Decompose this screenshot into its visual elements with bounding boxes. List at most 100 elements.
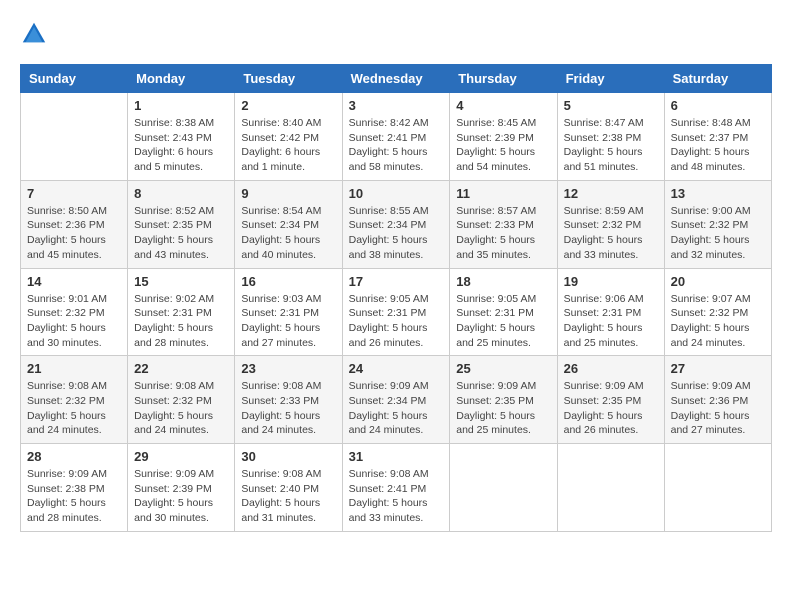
calendar-cell: 24 Sunrise: 9:09 AM Sunset: 2:34 PM Dayli… (342, 356, 450, 444)
calendar-body: 1Sunrise: 8:38 AM Sunset: 2:43 PM Daylig… (21, 93, 772, 532)
day-info: Sunrise: 8:54 AM Sunset: 2:34 PM Dayligh… (241, 204, 335, 263)
day-info: Sunrise: 9:09 AM Sunset: 2:38 PM Dayligh… (27, 467, 121, 526)
day-info: Sunrise: 8:45 AM Sunset: 2:39 PM Dayligh… (456, 116, 550, 175)
calendar-cell: 15 Sunrise: 9:02 AM Sunset: 2:31 PM Dayli… (128, 268, 235, 356)
day-info: Sunrise: 9:06 AM Sunset: 2:31 PM Dayligh… (564, 292, 658, 351)
calendar-cell: 20 Sunrise: 9:07 AM Sunset: 2:32 PM Dayli… (664, 268, 771, 356)
page-header (20, 20, 772, 48)
day-number: 27 (671, 361, 765, 376)
day-info: Sunrise: 9:08 AM Sunset: 2:33 PM Dayligh… (241, 379, 335, 438)
day-number: 11 (456, 186, 550, 201)
calendar-cell: 26 Sunrise: 9:09 AM Sunset: 2:35 PM Dayli… (557, 356, 664, 444)
calendar-cell (450, 444, 557, 532)
day-number: 16 (241, 274, 335, 289)
day-info: Sunrise: 8:47 AM Sunset: 2:38 PM Dayligh… (564, 116, 658, 175)
day-number: 26 (564, 361, 658, 376)
day-number: 28 (27, 449, 121, 464)
day-info: Sunrise: 8:40 AM Sunset: 2:42 PM Dayligh… (241, 116, 335, 175)
weekday-header-thursday: Thursday (450, 65, 557, 93)
day-info: Sunrise: 8:42 AM Sunset: 2:41 PM Dayligh… (349, 116, 444, 175)
day-info: Sunrise: 9:09 AM Sunset: 2:35 PM Dayligh… (456, 379, 550, 438)
calendar-cell: 28 Sunrise: 9:09 AM Sunset: 2:38 PM Dayli… (21, 444, 128, 532)
day-info: Sunrise: 9:09 AM Sunset: 2:36 PM Dayligh… (671, 379, 765, 438)
calendar-cell: 16 Sunrise: 9:03 AM Sunset: 2:31 PM Dayli… (235, 268, 342, 356)
day-number: 25 (456, 361, 550, 376)
day-number: 23 (241, 361, 335, 376)
calendar-table: SundayMondayTuesdayWednesdayThursdayFrid… (20, 64, 772, 532)
day-number: 9 (241, 186, 335, 201)
weekday-header-saturday: Saturday (664, 65, 771, 93)
day-number: 14 (27, 274, 121, 289)
calendar-cell (21, 93, 128, 181)
calendar-cell: 5 Sunrise: 8:47 AM Sunset: 2:38 PM Daylig… (557, 93, 664, 181)
calendar-cell: 8Sunrise: 8:52 AM Sunset: 2:35 PM Daylig… (128, 180, 235, 268)
calendar-cell: 21Sunrise: 9:08 AM Sunset: 2:32 PM Dayli… (21, 356, 128, 444)
calendar-header-row: SundayMondayTuesdayWednesdayThursdayFrid… (21, 65, 772, 93)
day-number: 5 (564, 98, 658, 113)
calendar-cell: 23 Sunrise: 9:08 AM Sunset: 2:33 PM Dayli… (235, 356, 342, 444)
weekday-header-friday: Friday (557, 65, 664, 93)
day-info: Sunrise: 9:08 AM Sunset: 2:41 PM Dayligh… (349, 467, 444, 526)
calendar-cell: 29 Sunrise: 9:09 AM Sunset: 2:39 PM Dayli… (128, 444, 235, 532)
day-number: 17 (349, 274, 444, 289)
calendar-cell: 7Sunrise: 8:50 AM Sunset: 2:36 PM Daylig… (21, 180, 128, 268)
calendar-cell: 10Sunrise: 8:55 AM Sunset: 2:34 PM Dayli… (342, 180, 450, 268)
day-info: Sunrise: 9:05 AM Sunset: 2:31 PM Dayligh… (349, 292, 444, 351)
calendar-cell: 1Sunrise: 8:38 AM Sunset: 2:43 PM Daylig… (128, 93, 235, 181)
day-info: Sunrise: 9:02 AM Sunset: 2:31 PM Dayligh… (134, 292, 228, 351)
calendar-cell: 31 Sunrise: 9:08 AM Sunset: 2:41 PM Dayli… (342, 444, 450, 532)
calendar-cell: 25 Sunrise: 9:09 AM Sunset: 2:35 PM Dayli… (450, 356, 557, 444)
day-number: 4 (456, 98, 550, 113)
day-number: 15 (134, 274, 228, 289)
calendar-week-1: 1Sunrise: 8:38 AM Sunset: 2:43 PM Daylig… (21, 93, 772, 181)
calendar-week-5: 28 Sunrise: 9:09 AM Sunset: 2:38 PM Dayli… (21, 444, 772, 532)
day-info: Sunrise: 9:08 AM Sunset: 2:32 PM Dayligh… (134, 379, 228, 438)
calendar-cell: 17 Sunrise: 9:05 AM Sunset: 2:31 PM Dayli… (342, 268, 450, 356)
weekday-header-tuesday: Tuesday (235, 65, 342, 93)
calendar-cell: 14Sunrise: 9:01 AM Sunset: 2:32 PM Dayli… (21, 268, 128, 356)
day-info: Sunrise: 9:05 AM Sunset: 2:31 PM Dayligh… (456, 292, 550, 351)
day-info: Sunrise: 8:59 AM Sunset: 2:32 PM Dayligh… (564, 204, 658, 263)
calendar-cell: 27 Sunrise: 9:09 AM Sunset: 2:36 PM Dayli… (664, 356, 771, 444)
logo (20, 20, 52, 48)
day-number: 31 (349, 449, 444, 464)
calendar-cell: 6Sunrise: 8:48 AM Sunset: 2:37 PM Daylig… (664, 93, 771, 181)
day-info: Sunrise: 9:09 AM Sunset: 2:34 PM Dayligh… (349, 379, 444, 438)
calendar-cell: 13Sunrise: 9:00 AM Sunset: 2:32 PM Dayli… (664, 180, 771, 268)
calendar-cell: 22 Sunrise: 9:08 AM Sunset: 2:32 PM Dayli… (128, 356, 235, 444)
weekday-header-wednesday: Wednesday (342, 65, 450, 93)
day-number: 8 (134, 186, 228, 201)
day-info: Sunrise: 8:50 AM Sunset: 2:36 PM Dayligh… (27, 204, 121, 263)
day-info: Sunrise: 9:08 AM Sunset: 2:32 PM Dayligh… (27, 379, 121, 438)
day-number: 22 (134, 361, 228, 376)
calendar-cell (557, 444, 664, 532)
calendar-cell: 30 Sunrise: 9:08 AM Sunset: 2:40 PM Dayli… (235, 444, 342, 532)
day-info: Sunrise: 9:03 AM Sunset: 2:31 PM Dayligh… (241, 292, 335, 351)
day-number: 29 (134, 449, 228, 464)
logo-icon (20, 20, 48, 48)
day-info: Sunrise: 8:57 AM Sunset: 2:33 PM Dayligh… (456, 204, 550, 263)
weekday-header-sunday: Sunday (21, 65, 128, 93)
calendar-week-3: 14Sunrise: 9:01 AM Sunset: 2:32 PM Dayli… (21, 268, 772, 356)
weekday-header-monday: Monday (128, 65, 235, 93)
day-number: 20 (671, 274, 765, 289)
day-info: Sunrise: 9:09 AM Sunset: 2:39 PM Dayligh… (134, 467, 228, 526)
day-info: Sunrise: 8:48 AM Sunset: 2:37 PM Dayligh… (671, 116, 765, 175)
day-info: Sunrise: 9:09 AM Sunset: 2:35 PM Dayligh… (564, 379, 658, 438)
day-number: 2 (241, 98, 335, 113)
calendar-week-4: 21Sunrise: 9:08 AM Sunset: 2:32 PM Dayli… (21, 356, 772, 444)
calendar-cell: 11 Sunrise: 8:57 AM Sunset: 2:33 PM Dayli… (450, 180, 557, 268)
day-number: 12 (564, 186, 658, 201)
day-number: 24 (349, 361, 444, 376)
day-info: Sunrise: 9:08 AM Sunset: 2:40 PM Dayligh… (241, 467, 335, 526)
calendar-cell: 4 Sunrise: 8:45 AM Sunset: 2:39 PM Daylig… (450, 93, 557, 181)
calendar-cell: 18Sunrise: 9:05 AM Sunset: 2:31 PM Dayli… (450, 268, 557, 356)
calendar-cell: 12 Sunrise: 8:59 AM Sunset: 2:32 PM Dayli… (557, 180, 664, 268)
day-number: 30 (241, 449, 335, 464)
day-number: 10 (349, 186, 444, 201)
calendar-week-2: 7Sunrise: 8:50 AM Sunset: 2:36 PM Daylig… (21, 180, 772, 268)
calendar-cell: 3Sunrise: 8:42 AM Sunset: 2:41 PM Daylig… (342, 93, 450, 181)
day-number: 13 (671, 186, 765, 201)
day-number: 19 (564, 274, 658, 289)
day-info: Sunrise: 9:07 AM Sunset: 2:32 PM Dayligh… (671, 292, 765, 351)
